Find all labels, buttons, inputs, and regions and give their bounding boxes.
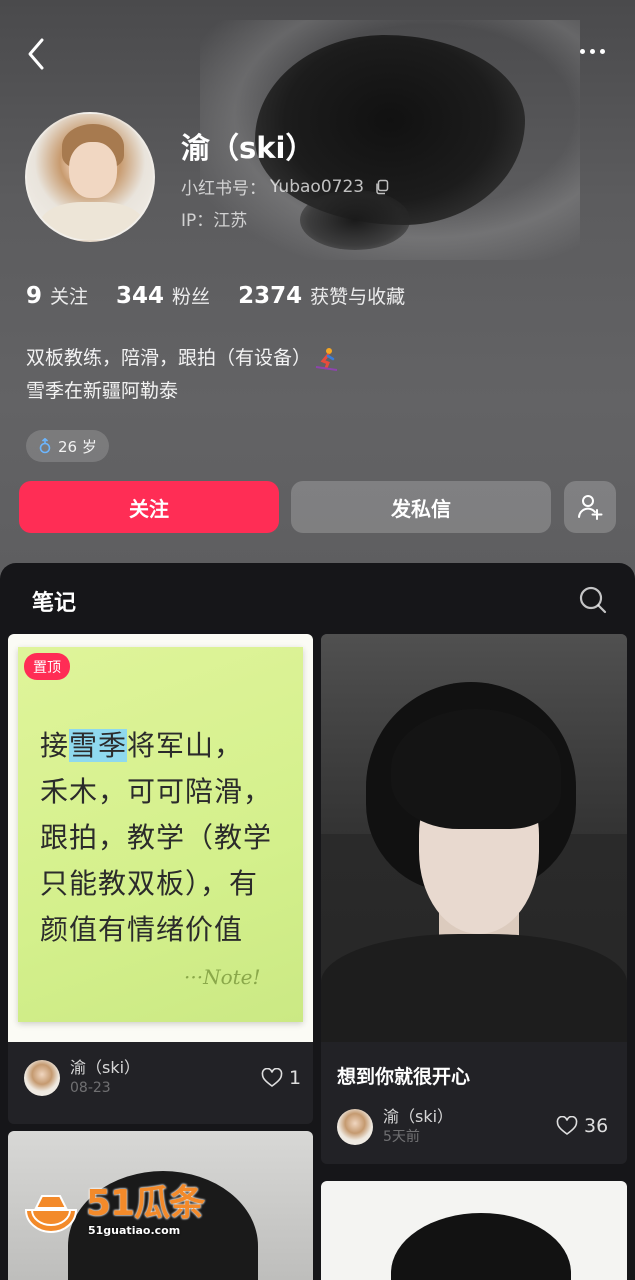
stat-likes-collections[interactable]: 2374 获赞与收藏 — [238, 282, 405, 309]
sticky-note-signature: ···Note! — [184, 965, 261, 989]
author-name: 渝（ski） — [70, 1058, 141, 1077]
note-date: 5天前 — [383, 1129, 420, 1145]
like-button[interactable]: 1 — [261, 1067, 301, 1089]
author-avatar — [337, 1109, 373, 1145]
follow-button[interactable]: 关注 — [19, 481, 279, 533]
copy-icon[interactable] — [374, 179, 390, 195]
like-count: 1 — [289, 1067, 302, 1089]
note-cover-image[interactable] — [321, 1181, 627, 1280]
profile-id-row[interactable]: 小红书号： Yubao0723 — [181, 174, 390, 199]
search-icon — [579, 586, 607, 614]
back-icon — [28, 38, 44, 70]
tab-notes[interactable]: 笔记 — [32, 585, 76, 617]
ip-location: IP：江苏 — [181, 211, 248, 231]
like-count: 36 — [584, 1115, 609, 1137]
age-tag: 26 岁 — [26, 430, 109, 462]
more-icon — [579, 48, 585, 54]
message-button[interactable]: 发私信 — [291, 481, 551, 533]
background-torn-hole-small — [300, 190, 410, 250]
note-cover-image[interactable] — [8, 1131, 313, 1280]
stat-following[interactable]: 9 关注 — [26, 282, 88, 309]
notes-panel: 笔记 接雪季将军山， 禾木，可可陪滑， 跟拍，教学（教学 只能教双板），有 颜值… — [0, 563, 635, 1280]
note-title[interactable]: 想到你就很开心 — [337, 1062, 470, 1089]
profile-id-value: Yubao0723 — [270, 176, 365, 197]
sticky-note-image: 接雪季将军山， 禾木，可可陪滑， 跟拍，教学（教学 只能教双板），有 颜值有情绪… — [18, 647, 303, 1022]
author-name: 渝（ski） — [383, 1107, 454, 1126]
note-author[interactable]: 渝（ski） 5天前 — [337, 1107, 453, 1147]
sticky-note-text: 接雪季将军山， 禾木，可可陪滑， 跟拍，教学（教学 只能教双板），有 颜值有情绪… — [40, 729, 273, 946]
avatar[interactable] — [25, 112, 155, 242]
like-button[interactable]: 36 — [556, 1115, 608, 1137]
stat-label: 获赞与收藏 — [310, 286, 406, 308]
add-friend-button[interactable] — [564, 481, 616, 533]
note-card[interactable] — [8, 1131, 313, 1280]
profile-name: 渝（ski） — [181, 131, 315, 165]
age-text: 26 岁 — [58, 437, 97, 456]
stat-followers[interactable]: 344 粉丝 — [116, 282, 210, 309]
skier-icon — [315, 347, 338, 371]
note-card[interactable] — [321, 1181, 627, 1280]
author-avatar — [24, 1060, 60, 1096]
profile-id-label: 小红书号： — [181, 179, 266, 199]
note-cover-image[interactable] — [321, 634, 627, 1042]
note-cover-image[interactable]: 接雪季将军山， 禾木，可可陪滑， 跟拍，教学（教学 只能教双板），有 颜值有情绪… — [8, 634, 313, 1042]
note-author[interactable]: 渝（ski） 08-23 — [24, 1058, 140, 1098]
back-button[interactable] — [22, 34, 56, 74]
male-icon — [39, 438, 51, 454]
heart-icon — [556, 1116, 578, 1135]
stat-label: 粉丝 — [172, 286, 211, 308]
stats-row: 9 关注 344 粉丝 2374 获赞与收藏 — [26, 282, 405, 309]
note-date: 08-23 — [70, 1080, 111, 1096]
heart-icon — [261, 1068, 283, 1087]
stat-value: 344 — [116, 283, 165, 309]
pinned-badge: 置顶 — [24, 653, 70, 680]
more-button[interactable] — [570, 34, 614, 68]
bio-line-2: 雪季在新疆阿勒泰 — [26, 380, 179, 402]
search-button[interactable] — [578, 585, 608, 615]
stat-value: 2374 — [238, 283, 303, 309]
bio-line-1: 双板教练，陪滑，跟拍（有设备） — [26, 342, 339, 375]
note-card[interactable]: 接雪季将军山， 禾木，可可陪滑， 跟拍，教学（教学 只能教双板），有 颜值有情绪… — [8, 634, 313, 1124]
bio: 双板教练，陪滑，跟拍（有设备） 雪季在新疆阿勒泰 — [26, 342, 339, 408]
stat-value: 9 — [26, 283, 43, 309]
note-card[interactable]: 想到你就很开心 渝（ski） 5天前 36 — [321, 634, 627, 1164]
add-friend-icon — [578, 495, 603, 520]
stat-label: 关注 — [50, 286, 89, 308]
